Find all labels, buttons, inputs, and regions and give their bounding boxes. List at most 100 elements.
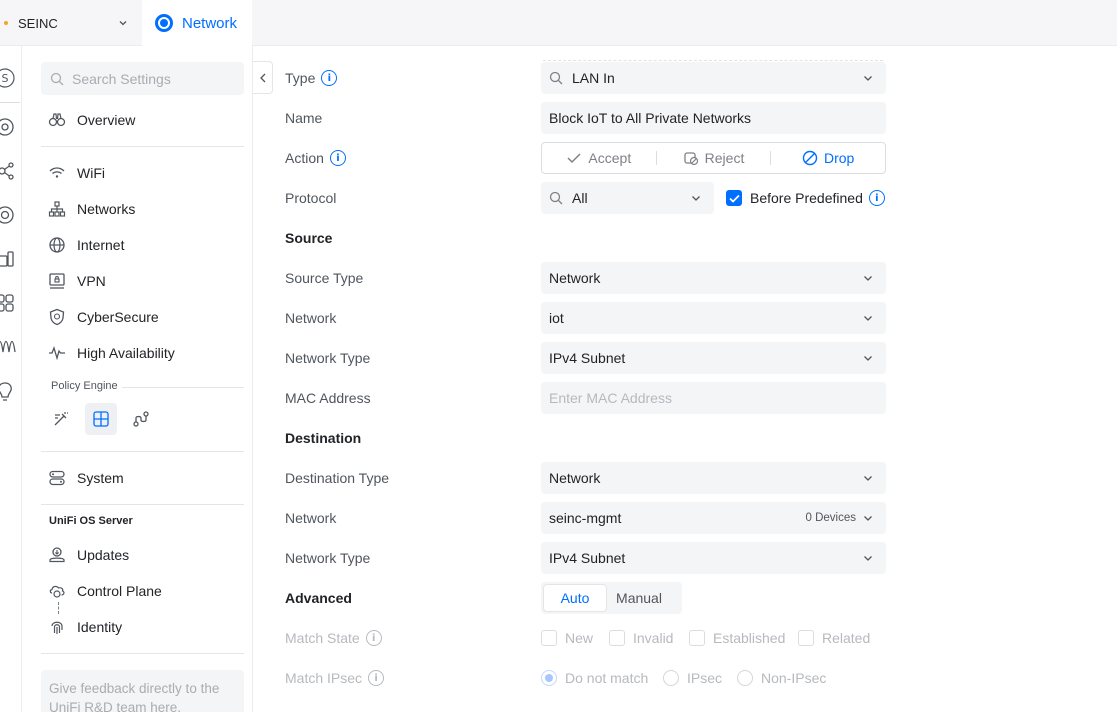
type-select[interactable]: LAN In xyxy=(541,62,886,94)
before-predefined-label: Before Predefined xyxy=(750,190,863,206)
fingerprint-icon xyxy=(48,618,66,636)
source-network-label: Network xyxy=(285,310,337,326)
destination-network-label: Network xyxy=(285,510,337,526)
sidebar-divider xyxy=(41,504,244,505)
destination-network-select[interactable]: seinc-mgmt 0 Devices xyxy=(541,502,886,534)
clients-icon[interactable] xyxy=(0,248,16,270)
app-tab-network[interactable]: Network xyxy=(142,0,252,46)
radio-wave-icon[interactable] xyxy=(0,336,16,358)
destination-network-type-row: Network Type xyxy=(285,542,370,574)
match-state-established-label: Established xyxy=(713,630,786,646)
match-state-label: Match State xyxy=(285,630,360,646)
policy-table-button[interactable] xyxy=(85,403,117,435)
info-icon[interactable]: i xyxy=(365,630,382,646)
unifi-os-server-label: UniFi OS Server xyxy=(49,515,133,527)
advanced-auto-option[interactable]: Auto xyxy=(543,584,607,612)
sidebar-item-identity[interactable]: Identity xyxy=(48,612,122,642)
chevron-down-icon xyxy=(690,192,702,204)
rail-divider xyxy=(0,102,20,103)
sidebar-item-vpn[interactable]: VPN xyxy=(48,266,106,296)
devices-icon[interactable] xyxy=(0,204,16,226)
info-icon[interactable]: i xyxy=(321,70,338,86)
destination-network-value: seinc-mgmt xyxy=(549,510,622,526)
check-icon xyxy=(728,194,740,203)
sidebar-item-high-availability[interactable]: High Availability xyxy=(48,338,175,368)
sidebar-divider xyxy=(41,653,244,654)
site-selector[interactable]: SEINC xyxy=(0,0,142,46)
type-label: Type xyxy=(285,70,316,86)
name-input[interactable]: Block IoT to All Private Networks xyxy=(541,102,886,134)
destination-network-row: Network xyxy=(285,502,336,534)
match-state-new-checkbox[interactable] xyxy=(541,630,557,646)
sidebar-item-control-plane[interactable]: Control Plane xyxy=(48,576,162,606)
mac-address-input[interactable]: Enter MAC Address xyxy=(541,382,886,414)
feedback-link[interactable]: Give feedback directly to the UniFi R&D … xyxy=(41,670,244,712)
sidebar-item-label: CyberSecure xyxy=(77,309,159,325)
sidebar-item-label: Overview xyxy=(77,112,136,128)
pulse-icon xyxy=(48,344,66,362)
sidebar-item-label: Networks xyxy=(77,201,136,217)
match-ipsec-row: Match IPsec i xyxy=(285,662,385,694)
site-manager-icon[interactable]: S xyxy=(0,67,16,89)
policy-wand-icon xyxy=(54,412,68,426)
match-state-related-label: Related xyxy=(822,630,871,646)
search-icon xyxy=(50,72,64,85)
info-icon[interactable]: i xyxy=(868,190,885,206)
type-row: Type i xyxy=(285,62,338,94)
sidebar-item-internet[interactable]: Internet xyxy=(48,230,124,260)
ipsec-ipsec-radio[interactable] xyxy=(663,670,679,686)
action-drop-option[interactable]: Drop xyxy=(771,150,885,166)
policy-routes-button[interactable] xyxy=(125,403,157,435)
ipsec-ipsec-label: IPsec xyxy=(687,670,723,686)
source-network-type-select[interactable]: IPv4 Subnet xyxy=(541,342,886,374)
destination-type-select[interactable]: Network xyxy=(541,462,886,494)
destination-network-type-select[interactable]: IPv4 Subnet xyxy=(541,542,886,574)
ipsec-do-not-match-radio[interactable] xyxy=(541,670,557,686)
binoculars-icon xyxy=(48,111,66,129)
sidebar-item-wifi[interactable]: WiFi xyxy=(48,158,105,188)
source-type-select[interactable]: Network xyxy=(541,262,886,294)
match-state-related-checkbox[interactable] xyxy=(798,630,814,646)
app-rail: S xyxy=(0,46,22,712)
match-state-invalid-checkbox[interactable] xyxy=(609,630,625,646)
reject-icon xyxy=(684,152,698,166)
source-network-select[interactable]: iot xyxy=(541,302,886,334)
match-state-established-checkbox[interactable] xyxy=(689,630,705,646)
app-tab-label: Network xyxy=(182,14,238,32)
advanced-mode-toggle: Auto Manual xyxy=(541,582,682,614)
sidebar-item-cybersecure[interactable]: CyberSecure xyxy=(48,302,159,332)
advanced-manual-option[interactable]: Manual xyxy=(607,584,671,612)
source-network-type-value: IPv4 Subnet xyxy=(549,350,626,366)
before-predefined-checkbox[interactable] xyxy=(726,190,742,206)
check-icon xyxy=(567,153,581,164)
dashboard-icon[interactable] xyxy=(0,116,16,138)
action-reject-option[interactable]: Reject xyxy=(657,150,771,166)
topology-icon[interactable] xyxy=(0,160,16,182)
policy-rules-button[interactable] xyxy=(45,403,77,435)
insights-icon[interactable] xyxy=(0,292,16,314)
lightbulb-icon[interactable] xyxy=(0,380,16,402)
sidebar-item-system[interactable]: System xyxy=(48,463,124,493)
sidebar-item-networks[interactable]: Networks xyxy=(48,194,135,224)
chevron-down-icon xyxy=(862,472,874,484)
match-state-row: Match State i xyxy=(285,622,382,654)
action-segmented-control: Accept Reject Drop xyxy=(541,142,886,174)
source-type-value: Network xyxy=(549,270,601,286)
firewall-rule-form: Type i LAN In Name Block IoT to All Priv… xyxy=(253,46,1117,712)
sidebar-item-overview[interactable]: Overview xyxy=(48,105,135,135)
mac-address-row: MAC Address xyxy=(285,382,371,414)
source-heading: Source xyxy=(285,230,333,246)
policy-engine-label: Policy Engine xyxy=(51,380,118,392)
ipsec-non-ipsec-radio[interactable] xyxy=(737,670,753,686)
action-accept-option[interactable]: Accept xyxy=(542,150,656,166)
source-network-row: Network xyxy=(285,302,336,334)
info-icon[interactable]: i xyxy=(368,670,385,686)
search-settings-input[interactable]: Search Settings xyxy=(41,62,244,95)
protocol-select[interactable]: All xyxy=(541,182,714,214)
shield-icon xyxy=(48,308,66,326)
action-option-label: Accept xyxy=(588,150,632,166)
info-icon[interactable]: i xyxy=(329,150,346,166)
settings-sidebar: Search Settings Overview WiFi Networks I… xyxy=(22,46,253,712)
sidebar-item-updates[interactable]: Updates xyxy=(48,540,129,570)
top-bar: SEINC Network xyxy=(0,0,1117,46)
